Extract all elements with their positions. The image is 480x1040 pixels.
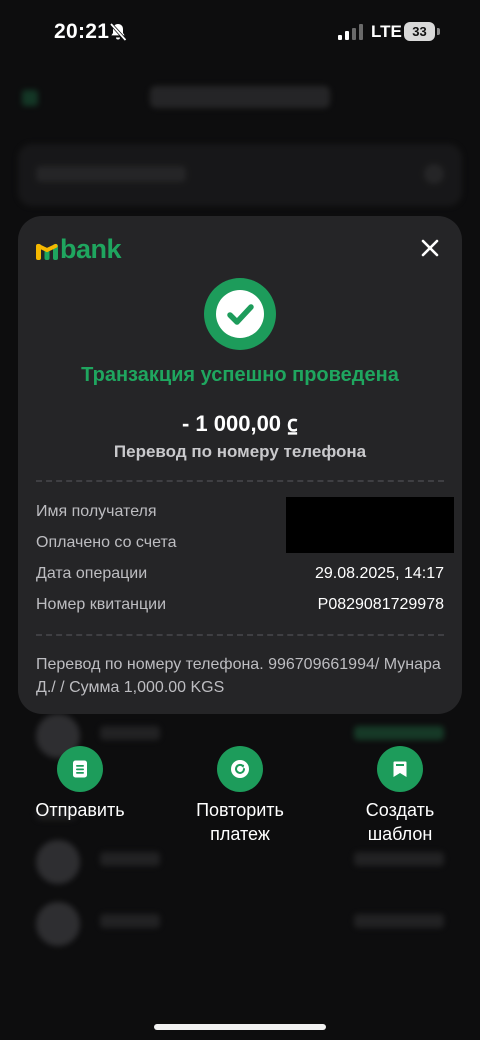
success-check-inner xyxy=(216,290,264,338)
mbank-logo-mark xyxy=(36,244,58,260)
status-title: Транзакция успешно проведена xyxy=(81,364,399,386)
operation-date-label: Дата операции xyxy=(36,565,148,582)
repeat-icon xyxy=(217,746,263,792)
redacted-recipient-account xyxy=(286,497,454,553)
bell-slash-icon xyxy=(109,22,127,42)
background-card-icon xyxy=(424,164,444,184)
payment-comment: Перевод по номеру телефона. 996709661994… xyxy=(36,656,441,696)
bookmark-icon xyxy=(377,746,423,792)
background-avatar xyxy=(36,902,80,946)
background-row-amount xyxy=(354,852,444,866)
background-row-amount xyxy=(354,914,444,928)
home-indicator[interactable] xyxy=(154,1024,326,1030)
send-button-label: Отправить xyxy=(35,800,125,820)
divider xyxy=(36,634,444,636)
send-button[interactable]: Отправить xyxy=(0,746,160,822)
background-card-text xyxy=(36,166,186,182)
background-row-text xyxy=(100,726,160,740)
background-card xyxy=(18,144,462,206)
success-check-icon xyxy=(204,278,276,350)
signal-icon xyxy=(338,24,363,40)
divider xyxy=(36,480,444,482)
status-time: 20:21 xyxy=(54,20,110,43)
network-type: LTE xyxy=(371,22,402,41)
background-row-text xyxy=(100,914,160,928)
receipt-modal: bank Транзакция успешно проведена - 1 00… xyxy=(18,216,462,714)
checkmark-icon xyxy=(227,304,254,325)
operation-date-value: 29.08.2025, 14:17 xyxy=(314,565,444,582)
transaction-amount: - 1 000,00 ⃀ xyxy=(181,411,299,436)
background-row-amount xyxy=(354,726,444,740)
background-title xyxy=(150,86,330,108)
background-row xyxy=(18,892,462,954)
receipt-number-value: P0829081729978 xyxy=(317,596,444,613)
background-row-text xyxy=(100,852,160,866)
create-template-button[interactable]: Создать шаблон xyxy=(320,746,480,846)
status-bar: 20:21 LTE 33 xyxy=(0,0,480,64)
mbank-logo-text: bank xyxy=(60,234,122,264)
repeat-payment-button-label: Повторить платеж xyxy=(196,800,284,844)
repeat-payment-button[interactable]: Повторить платеж xyxy=(160,746,320,846)
document-list-icon xyxy=(57,746,103,792)
back-icon xyxy=(22,90,38,106)
create-template-button-label: Создать шаблон xyxy=(365,800,435,844)
battery-level: 33 xyxy=(404,22,435,41)
receipt-number-label: Номер квитанции xyxy=(36,596,167,613)
battery-icon: 33 xyxy=(404,22,440,41)
close-icon[interactable] xyxy=(416,234,444,262)
operation-type: Перевод по номеру телефона xyxy=(113,442,367,461)
paid-from-account-label: Оплачено со счета xyxy=(36,534,177,551)
battery-cap xyxy=(437,28,440,35)
recipient-name-label: Имя получателя xyxy=(36,503,157,520)
background-avatar xyxy=(36,840,80,884)
